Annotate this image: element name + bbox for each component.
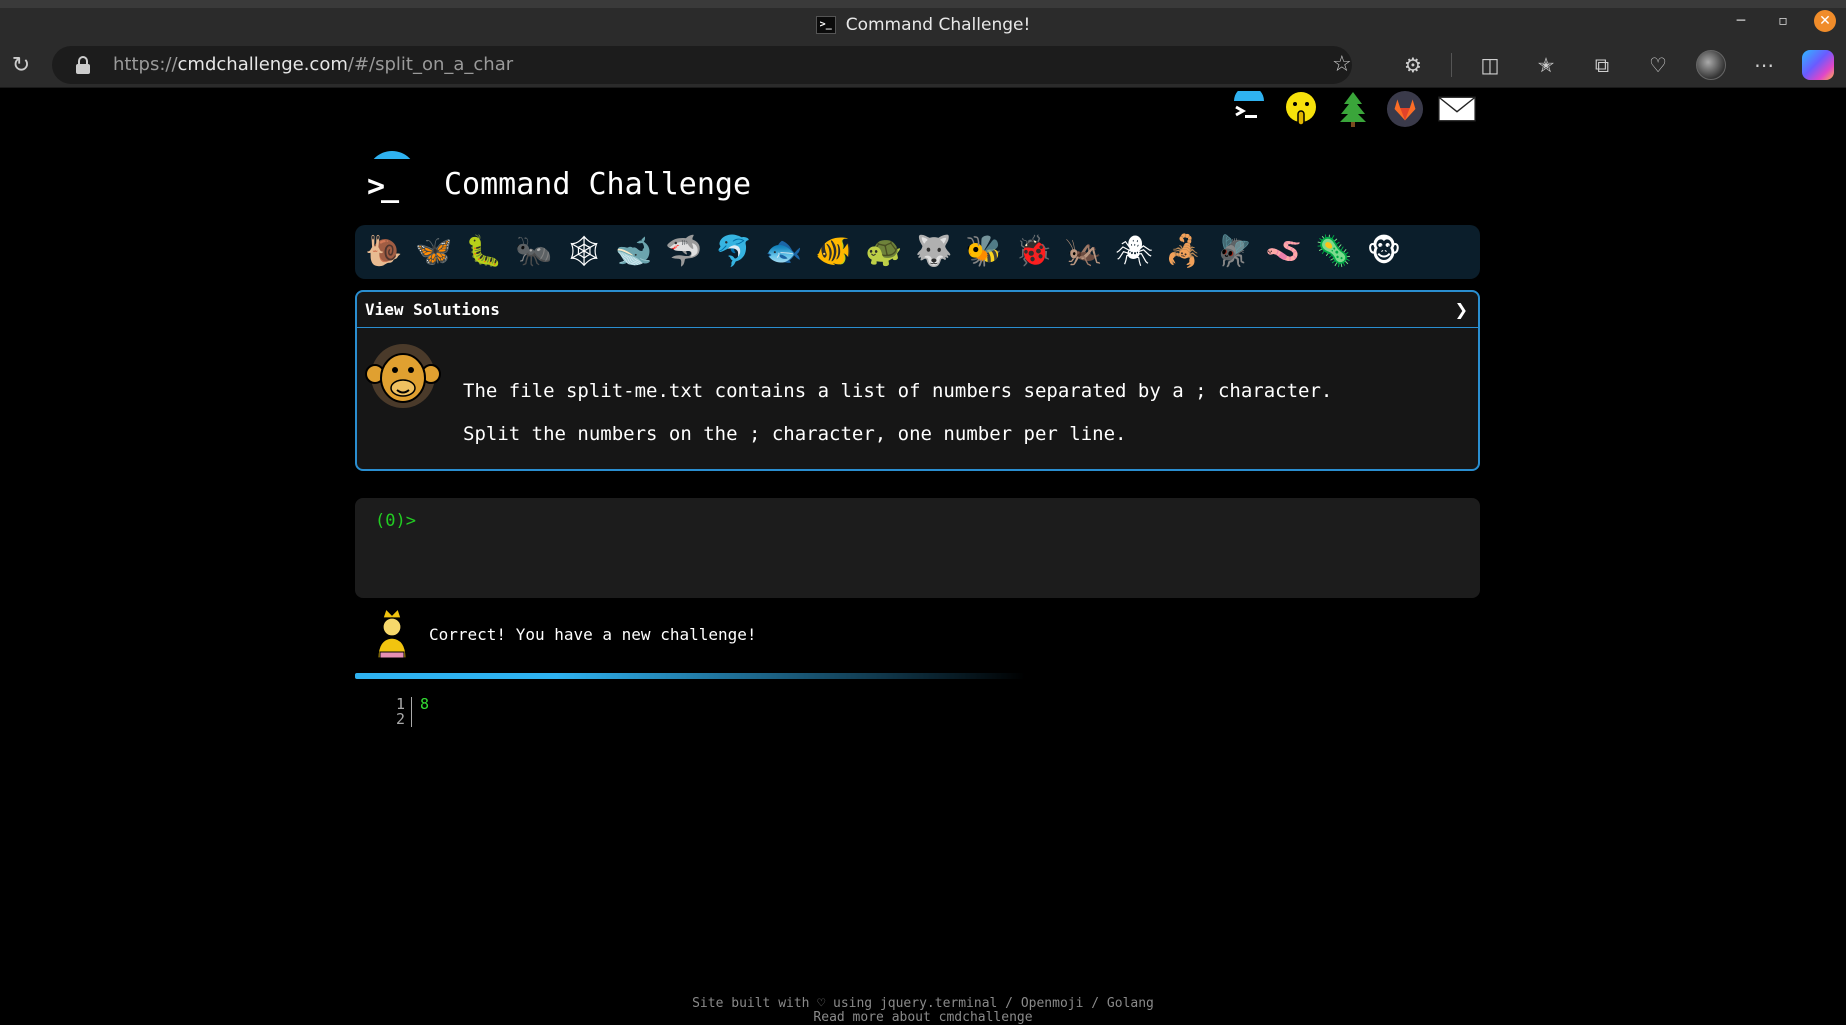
minimize-button[interactable]: ─ [1730, 10, 1752, 32]
envelope-icon[interactable] [1438, 89, 1476, 129]
url-scheme: https:// [113, 54, 178, 75]
close-button[interactable]: ✕ [1814, 10, 1836, 32]
line-text: 8 [420, 695, 430, 713]
url-path: /#/split_on_a_char [347, 54, 514, 75]
chevron-right-icon: ❯ [1454, 300, 1468, 319]
profile-avatar[interactable] [1696, 50, 1726, 80]
view-solutions-label: View Solutions [365, 300, 500, 319]
ant-icon[interactable]: 🐜 [513, 231, 555, 273]
description-line: Split the numbers on the ; character, on… [463, 423, 1127, 445]
tropical-fish-icon[interactable]: 🐠 [813, 231, 855, 273]
window-title-area: >_ Command Challenge! [0, 8, 1846, 42]
whale-icon[interactable]: 🐋 [613, 231, 655, 273]
terminal-logo-icon[interactable] [1230, 89, 1268, 129]
monkey-avatar-icon [365, 340, 441, 412]
bee-icon[interactable]: 🐝 [963, 231, 1005, 273]
result-text: Correct! You have a new challenge! [429, 625, 757, 644]
site-logo-icon[interactable]: >_ [365, 151, 417, 205]
turtle-icon[interactable]: 🐢 [863, 231, 905, 273]
toolbar-divider [1451, 53, 1452, 77]
window-controls: ─ ▫ ✕ [1730, 10, 1836, 32]
lock-icon[interactable] [76, 56, 90, 74]
wolf-icon[interactable]: 🐺 [913, 231, 955, 273]
address-bar[interactable]: https://cmdchallenge.com/#/split_on_a_ch… [52, 46, 1352, 84]
output-file-view: 1 8 2 [390, 697, 429, 727]
extensions-icon[interactable]: ⚙ [1395, 50, 1431, 80]
url-text[interactable]: https://cmdchallenge.com/#/split_on_a_ch… [113, 54, 513, 75]
toolbar-icons: ⚙ ◫ ✭ ⧉ ♡ ⋯ [1395, 50, 1834, 80]
collections-icon[interactable]: ⧉ [1584, 50, 1620, 80]
line-text [412, 712, 420, 727]
monkey-icon[interactable]: 🐵 [1363, 231, 1405, 273]
princess-icon [372, 606, 412, 660]
ladybug-icon[interactable]: 🐞 [1013, 231, 1055, 273]
browser-toolbar: ↻ https://cmdchallenge.com/#/split_on_a_… [0, 42, 1846, 88]
url-host: cmdchallenge.com [177, 54, 348, 75]
shushing-face-icon[interactable] [1282, 89, 1320, 129]
window-title: Command Challenge! [845, 15, 1031, 35]
challenge-description: The file split-me.txt contains a list of… [463, 370, 1332, 456]
worm-icon[interactable]: 🪱 [1263, 231, 1305, 273]
microbe-icon[interactable]: 🦠 [1313, 231, 1355, 273]
favorites-icon[interactable]: ✭ [1528, 50, 1564, 80]
footer-credits[interactable]: Site built with ♡ using jquery.terminal … [0, 997, 1846, 1011]
reload-icon[interactable]: ↻ [6, 50, 36, 80]
snail-icon[interactable]: 🐌 [363, 231, 405, 273]
page-content: >_ Command Challenge 🐌 🦋 🐛 🐜 🕸 🐋 🦈 🐬 🐟 🐠… [0, 89, 1846, 1025]
site-title[interactable]: Command Challenge [444, 167, 751, 202]
footer-about-link[interactable]: Read more about cmdchallenge [0, 1011, 1846, 1025]
caterpillar-icon[interactable]: 🐛 [463, 231, 505, 273]
copilot-icon[interactable] [1802, 50, 1834, 80]
challenge-icon-strip: 🐌 🦋 🐛 🐜 🕸 🐋 🦈 🐬 🐟 🐠 🐢 🐺 🐝 🐞 🦗 🕷 🦂 🪰 🪱 🦠 … [355, 225, 1480, 279]
fly-icon[interactable]: 🪰 [1213, 231, 1255, 273]
line-number: 2 [390, 712, 412, 727]
scorpion-icon[interactable]: 🦂 [1163, 231, 1205, 273]
output-line: 2 [390, 712, 429, 727]
terminal-favicon-icon: >_ [815, 16, 836, 34]
maximize-button[interactable]: ▫ [1772, 10, 1794, 32]
result-message: Correct! You have a new challenge! [372, 606, 972, 660]
dolphin-icon[interactable]: 🐬 [713, 231, 755, 273]
terminal-prompt: (0)> [375, 511, 416, 531]
description-line: The file split-me.txt contains a list of… [463, 380, 1333, 402]
cricket-icon[interactable]: 🦗 [1063, 231, 1105, 273]
spider-web-icon[interactable]: 🕸 [563, 231, 605, 273]
challenge-panel: View Solutions ❯ The file split-me.txt c… [355, 290, 1480, 471]
butterfly-icon[interactable]: 🦋 [413, 231, 455, 273]
star-icon[interactable]: ☆ [1332, 52, 1352, 77]
more-icon[interactable]: ⋯ [1746, 50, 1782, 80]
header-icons [1230, 89, 1476, 129]
gitlab-icon[interactable] [1386, 89, 1424, 129]
window-frame-top [0, 0, 1846, 8]
shark-icon[interactable]: 🦈 [663, 231, 705, 273]
terminal-input[interactable]: (0)> [355, 498, 1480, 598]
progress-bar [355, 673, 1025, 679]
spider-icon[interactable]: 🕷 [1113, 231, 1155, 273]
browser-essentials-icon[interactable]: ♡ [1640, 50, 1676, 80]
split-screen-icon[interactable]: ◫ [1472, 50, 1508, 80]
footer: Site built with ♡ using jquery.terminal … [0, 997, 1846, 1025]
view-solutions-toggle[interactable]: View Solutions ❯ [357, 292, 1478, 328]
evergreen-tree-icon[interactable] [1334, 89, 1372, 129]
fish-icon[interactable]: 🐟 [763, 231, 805, 273]
